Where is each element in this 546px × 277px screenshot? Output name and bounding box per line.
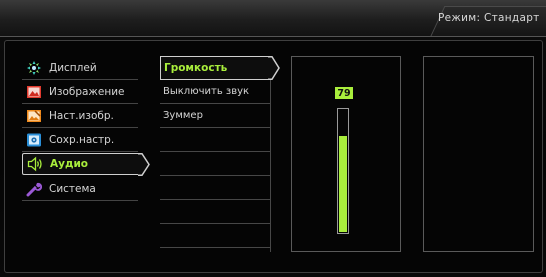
submenu-item-empty	[160, 152, 270, 176]
menu-item-save-settings[interactable]: Сохр.настр.	[22, 129, 138, 152]
submenu-item-empty	[160, 224, 270, 248]
selection-arrow-icon	[138, 152, 150, 176]
menu-item-picture-advanced[interactable]: Наст.изобр.	[22, 105, 138, 128]
submenu-divider	[270, 80, 271, 252]
picture-advanced-icon	[26, 108, 42, 124]
menu-item-label: Изображение	[49, 86, 125, 98]
mode-label: Режим: Стандарт	[438, 12, 540, 24]
menu-item-picture[interactable]: Изображение	[22, 81, 138, 104]
volume-slider-fill	[339, 136, 347, 232]
menu-item-label: Наст.изобр.	[49, 110, 114, 122]
save-settings-icon	[26, 132, 42, 148]
submenu-item-mute[interactable]: Выключить звук	[160, 80, 270, 104]
menu-item-audio[interactable]: Аудио	[22, 152, 150, 176]
menu-item-label: Дисплей	[49, 62, 97, 74]
submenu-list: Громкость Выключить звук Зуммер	[160, 56, 280, 252]
submenu-item-empty	[160, 128, 270, 152]
value-panel: 79	[291, 56, 401, 252]
menu-item-display[interactable]: Дисплей	[22, 57, 138, 80]
selection-arrow-icon	[268, 56, 280, 80]
volume-value: 79	[335, 87, 353, 99]
submenu-item-buzzer[interactable]: Зуммер	[160, 104, 270, 128]
speaker-icon	[27, 156, 43, 172]
picture-icon	[26, 84, 42, 100]
submenu-item-volume[interactable]: Громкость	[160, 56, 270, 80]
submenu-item-empty	[160, 176, 270, 200]
display-icon	[26, 60, 42, 76]
preview-panel	[423, 56, 534, 252]
menu-item-system[interactable]: Система	[22, 178, 138, 201]
menu-item-label: Система	[49, 183, 96, 195]
title-divider	[0, 36, 546, 37]
volume-slider[interactable]	[337, 108, 349, 234]
submenu-item-empty	[160, 200, 270, 224]
wrench-icon	[26, 181, 42, 197]
menu-item-label: Аудио	[50, 158, 89, 170]
menu-item-label: Сохр.настр.	[49, 134, 115, 146]
